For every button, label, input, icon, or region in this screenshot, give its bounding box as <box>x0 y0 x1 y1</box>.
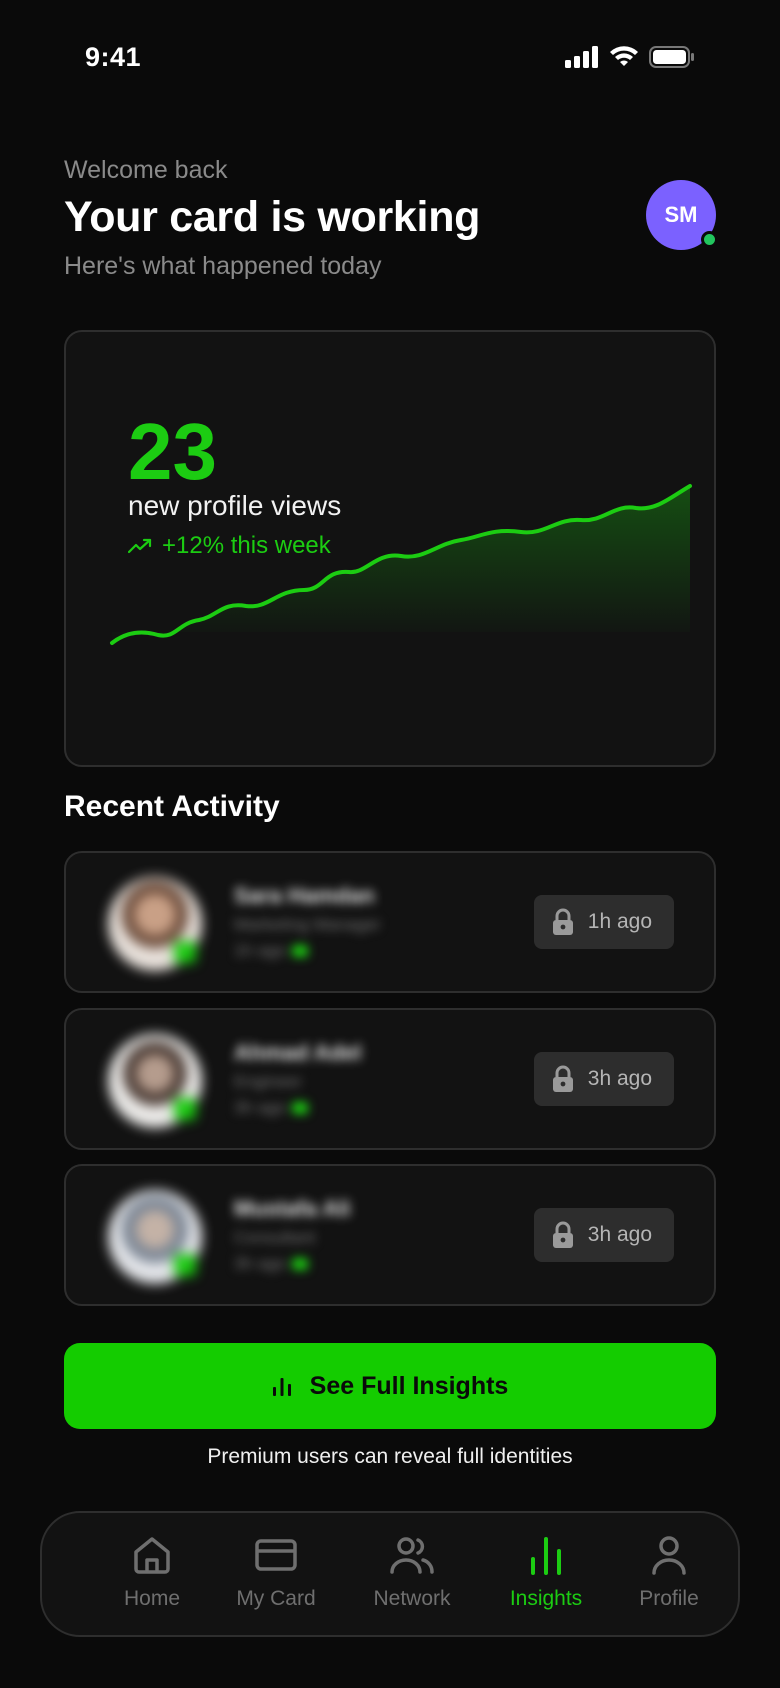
verified-badge <box>174 1254 196 1276</box>
status-icons <box>565 46 695 68</box>
bottom-nav: Home My Card Network Insights Profile <box>40 1511 740 1637</box>
activity-item[interactable]: Mustafa Ali Consultant 3h ago 3h ago <box>64 1164 716 1306</box>
activity-subtime: 1h ago <box>234 941 380 961</box>
verified-badge <box>174 1098 196 1120</box>
activity-role: Consultant <box>234 1228 316 1247</box>
nav-label: Profile <box>639 1587 699 1610</box>
user-avatar[interactable]: SM <box>646 180 718 250</box>
bar-chart-icon <box>272 1378 291 1396</box>
battery-icon <box>649 46 694 68</box>
nav-label: My Card <box>236 1587 316 1610</box>
activity-time: 3h ago <box>587 1223 652 1246</box>
blurred-avatar <box>108 1190 202 1284</box>
bar-chart-icon <box>524 1533 568 1577</box>
activity-name: Ahmad Adel <box>234 1040 362 1065</box>
activity-name: Mustafa Ali <box>234 1196 351 1221</box>
nav-item-home[interactable]: Home <box>92 1533 212 1611</box>
status-bar: 9:41 <box>0 0 780 116</box>
activity-name: Sara Hamdan <box>234 883 375 908</box>
activity-role: Marketing Manager <box>234 915 381 934</box>
blurred-identity: Mustafa Ali Consultant 3h ago <box>234 1196 351 1274</box>
lock-icon <box>552 1065 573 1092</box>
status-time: 9:41 <box>85 42 142 72</box>
page-title: Your card is working <box>64 193 481 241</box>
welcome-text: Welcome back <box>64 156 228 184</box>
views-trend: +12% this week <box>128 532 331 560</box>
user-icon <box>647 1533 691 1577</box>
page-subtitle: Here's what happened today <box>64 252 382 280</box>
activity-subtime: 3h ago <box>234 1254 351 1274</box>
verified-badge <box>174 941 196 963</box>
nav-item-insights[interactable]: Insights <box>486 1533 606 1611</box>
views-label: new profile views <box>128 490 342 521</box>
activity-time-pill: 3h ago <box>533 1052 674 1106</box>
recent-activity-title: Recent Activity <box>64 790 280 823</box>
activity-time-pill: 3h ago <box>533 1208 674 1262</box>
see-full-insights-button[interactable]: See Full Insights <box>64 1343 716 1429</box>
header: Welcome back Your card is working Here's… <box>64 156 716 281</box>
avatar-initials: SM <box>664 202 698 227</box>
activity-time: 3h ago <box>587 1067 652 1090</box>
card-icon <box>254 1533 298 1577</box>
profile-views-card: 23 new profile views +12% this week <box>64 330 716 767</box>
wifi-icon <box>610 46 638 66</box>
nav-label: Insights <box>509 1587 583 1610</box>
nav-label: Network <box>373 1587 451 1610</box>
trending-up-icon <box>128 538 152 554</box>
nav-label: Home <box>123 1587 181 1610</box>
blurred-identity: Sara Hamdan Marketing Manager 1h ago <box>234 883 380 961</box>
activity-role: Engineer <box>234 1072 303 1091</box>
lock-icon <box>552 1221 573 1248</box>
cellular-signal-icon <box>565 46 598 68</box>
lock-icon <box>552 908 573 935</box>
nav-item-network[interactable]: Network <box>352 1533 472 1611</box>
home-icon <box>130 1533 174 1577</box>
activity-item[interactable]: Ahmad Adel Engineer 3h ago 3h ago <box>64 1008 716 1150</box>
views-count: 23 <box>128 407 217 496</box>
blurred-avatar <box>108 1034 202 1128</box>
activity-subtime: 3h ago <box>234 1098 362 1118</box>
nav-item-my-card[interactable]: My Card <box>216 1533 336 1611</box>
users-icon <box>390 1533 434 1577</box>
blurred-avatar <box>108 877 202 971</box>
activity-item[interactable]: Sara Hamdan Marketing Manager 1h ago 1h … <box>64 851 716 993</box>
activity-time-pill: 1h ago <box>533 895 674 949</box>
online-status-dot <box>701 231 718 248</box>
nav-item-profile[interactable]: Profile <box>609 1533 729 1611</box>
premium-note: Premium users can reveal full identities <box>207 1445 573 1468</box>
blurred-identity: Ahmad Adel Engineer 3h ago <box>234 1040 362 1118</box>
activity-time: 1h ago <box>587 910 652 933</box>
see-full-insights-label: See Full Insights <box>309 1371 509 1400</box>
views-trend-text: +12% this week <box>162 532 331 559</box>
